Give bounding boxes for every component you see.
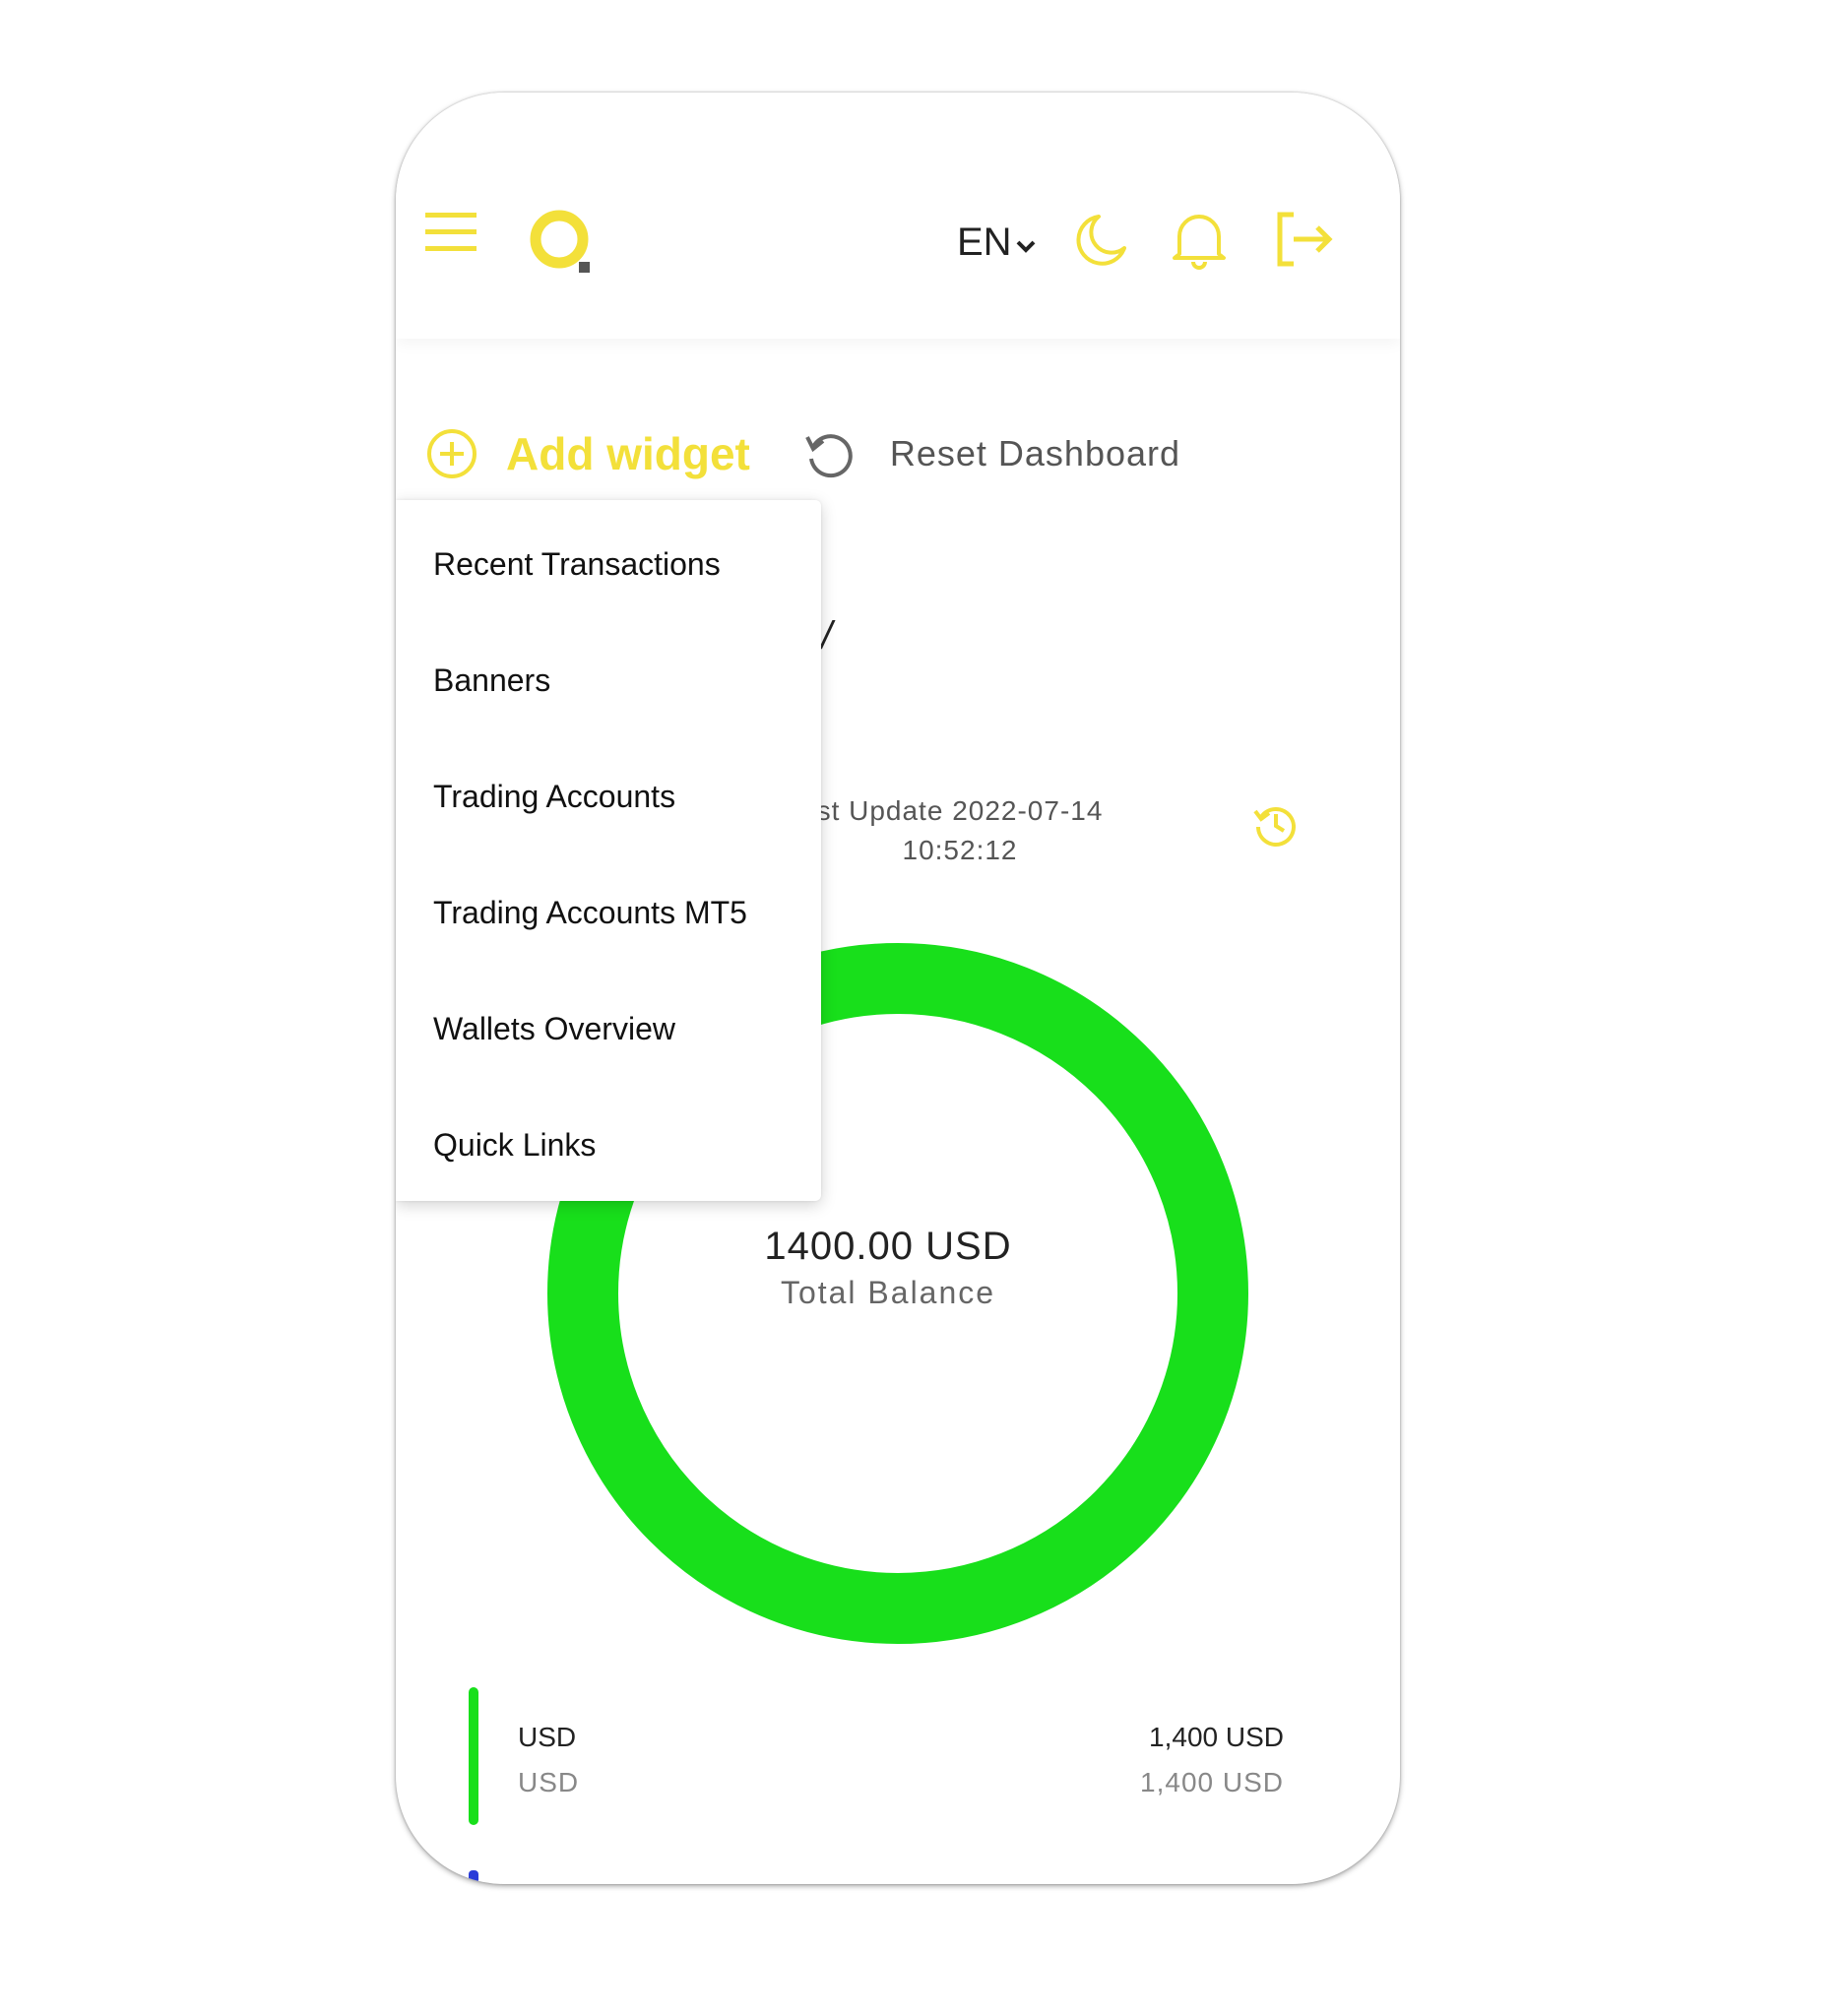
total-balance-label: Total Balance — [780, 1275, 996, 1310]
total-balance: 1400.00 USD Total Balance — [681, 1225, 1095, 1311]
language-selector[interactable]: EN — [957, 220, 1036, 265]
moon-icon[interactable] — [1071, 211, 1130, 275]
total-balance-amount: 1400.00 USD — [764, 1225, 1012, 1268]
add-widget-dropdown: Recent Transactions Banners Trading Acco… — [396, 500, 821, 1201]
bell-icon[interactable] — [1170, 209, 1229, 275]
widget-title-fragment: / — [821, 614, 833, 658]
next-row-indicator — [469, 1870, 478, 1884]
wallet-amount-sub: 1,400 USD — [1140, 1767, 1284, 1797]
wallet-color-bar — [469, 1687, 478, 1825]
logout-icon[interactable] — [1274, 211, 1339, 273]
add-widget-label: Add widget — [506, 428, 750, 479]
hamburger-menu-icon[interactable] — [425, 211, 477, 259]
language-label: EN — [957, 220, 1012, 264]
add-widget-button[interactable]: Add widget — [425, 427, 750, 480]
refresh-history-icon[interactable] — [1252, 801, 1300, 853]
top-bar: EN — [396, 93, 1400, 339]
menu-item-trading-accounts[interactable]: Trading Accounts — [396, 738, 821, 854]
reset-dashboard-button[interactable]: Reset Dashboard — [803, 429, 1180, 478]
last-update-time: 10:52:12 — [902, 835, 1018, 865]
logo-icon[interactable] — [528, 207, 597, 281]
last-update-date: st Update 2022-07-14 — [816, 795, 1104, 826]
menu-item-wallets-overview[interactable]: Wallets Overview — [396, 971, 821, 1087]
dashboard-toolbar: Add widget Reset Dashboard — [425, 427, 1180, 480]
menu-item-trading-accounts-mt5[interactable]: Trading Accounts MT5 — [396, 854, 821, 971]
wallet-currency-sub: USD — [518, 1767, 580, 1797]
wallet-amount: 1,400 USD — [1149, 1722, 1284, 1752]
reset-dashboard-label: Reset Dashboard — [889, 433, 1181, 473]
plus-circle-icon — [427, 429, 477, 478]
menu-item-banners[interactable]: Banners — [396, 622, 821, 738]
menu-item-recent-transactions[interactable]: Recent Transactions — [396, 506, 821, 622]
wallet-currency: USD — [518, 1722, 577, 1752]
reset-icon — [805, 434, 853, 478]
chevron-down-icon — [1016, 240, 1035, 253]
menu-item-quick-links[interactable]: Quick Links — [396, 1087, 821, 1203]
last-update: st Update 2022-07-14 10:52:12 — [807, 791, 1112, 870]
phone-frame: EN Add widget Reset Dashboard / st Updat… — [396, 93, 1400, 1884]
wallet-row[interactable]: USD USD 1,400 USD 1,400 USD — [469, 1687, 1296, 1835]
